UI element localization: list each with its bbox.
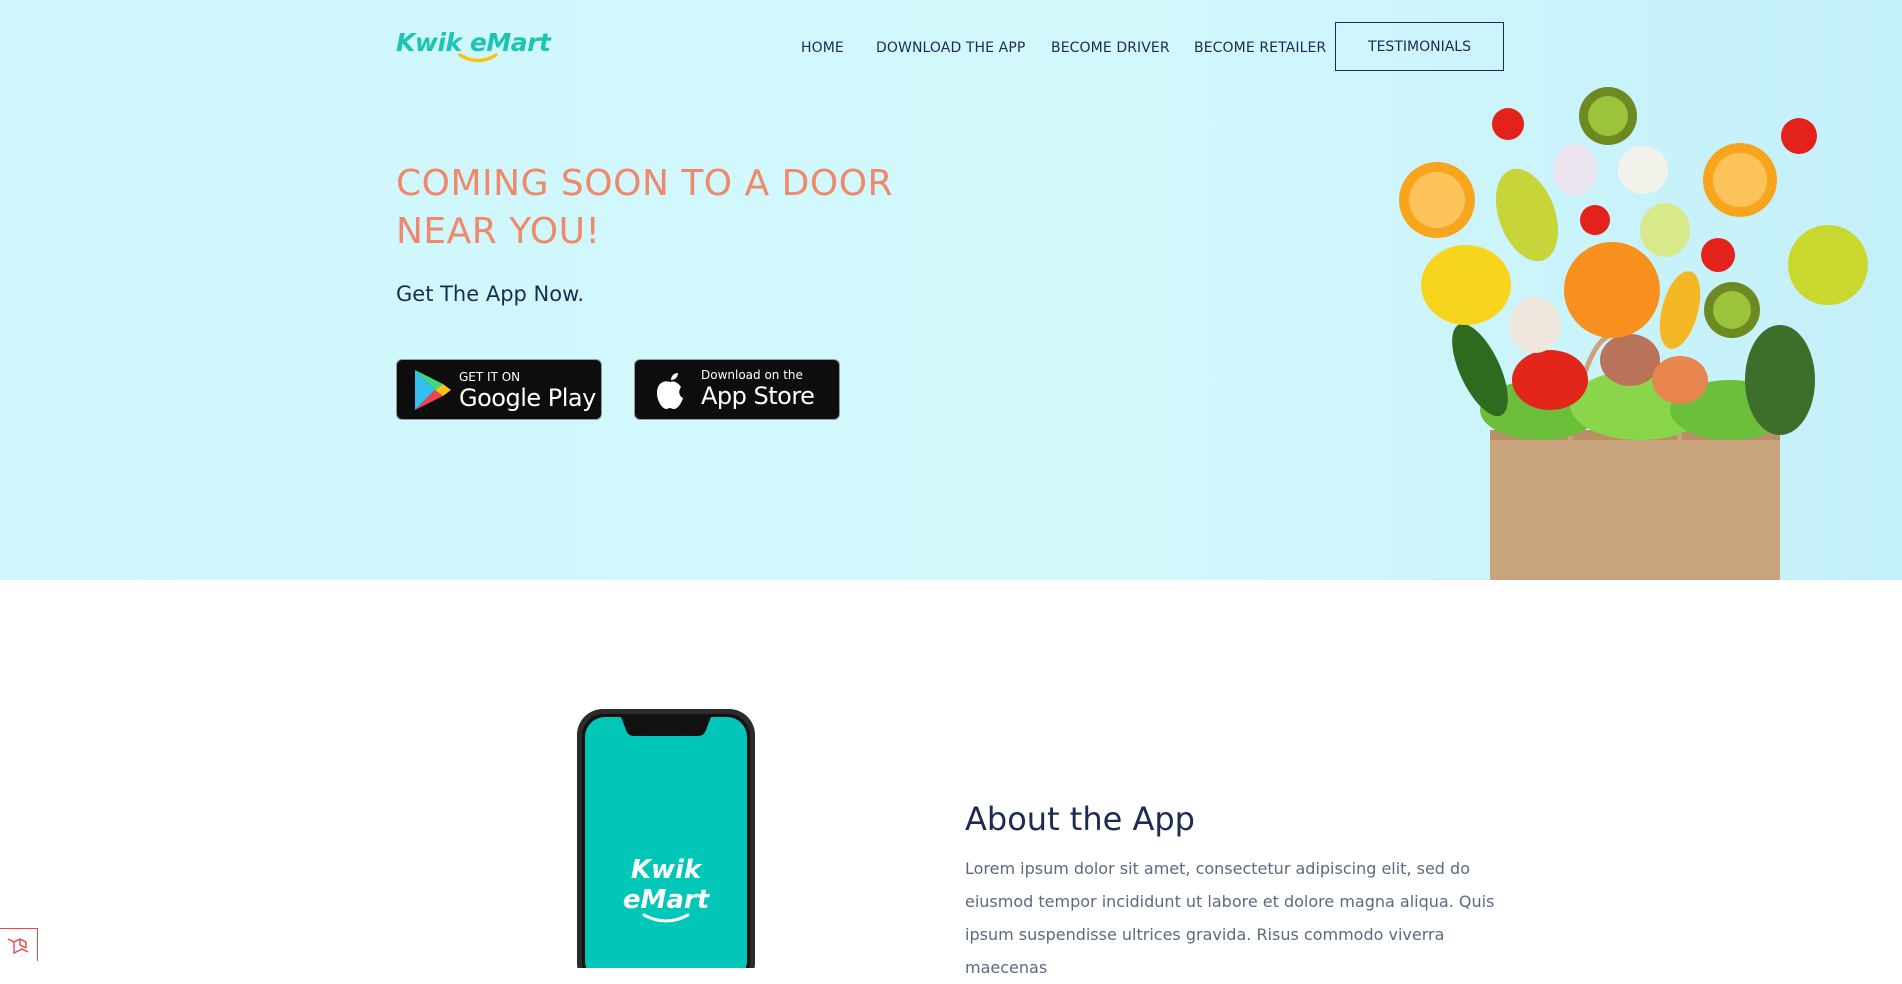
framework-icon (7, 938, 29, 955)
google-play-icon (415, 370, 451, 410)
apple-icon (657, 373, 683, 409)
brand-logo[interactable]: Kwik eMart (396, 30, 551, 63)
paper-bag (1490, 430, 1780, 580)
smile-icon (458, 53, 498, 63)
testimonials-button[interactable]: TESTIMONIALS (1335, 22, 1504, 71)
about-title: About the App (965, 800, 1195, 838)
phone-logo-line2: eMart (623, 885, 711, 915)
nav-home[interactable]: HOME (801, 40, 844, 56)
about-text: Lorem ipsum dolor sit amet, consectetur … (965, 859, 1495, 977)
app-store-small-text: Download on the (701, 368, 803, 382)
debug-icon[interactable] (0, 928, 38, 961)
nav-download-app[interactable]: DOWNLOAD THE APP (876, 40, 1025, 56)
nav-become-retailer[interactable]: BECOME RETAILER (1194, 40, 1326, 56)
app-store-big-text: App Store (701, 382, 815, 410)
phone-logo-line1: Kwik (631, 855, 703, 885)
phone-mockup: Kwik eMart (577, 709, 755, 968)
grocery-bag-image (1399, 87, 1868, 580)
app-store-button[interactable]: Download on the App Store (634, 359, 840, 420)
google-play-big-text: Google Play (459, 384, 596, 412)
google-play-button[interactable]: GET IT ON Google Play (396, 359, 602, 420)
google-play-small-text: GET IT ON (459, 370, 521, 384)
hero-headline: COMING SOON TO A DOOR NEAR YOU! (396, 163, 894, 252)
nav-become-driver[interactable]: BECOME DRIVER (1051, 40, 1170, 56)
hero-subheadline: Get The App Now. (396, 282, 585, 306)
hero-section: Kwik eMart HOME DOWNLOAD THE APP BECOME … (0, 0, 1902, 580)
